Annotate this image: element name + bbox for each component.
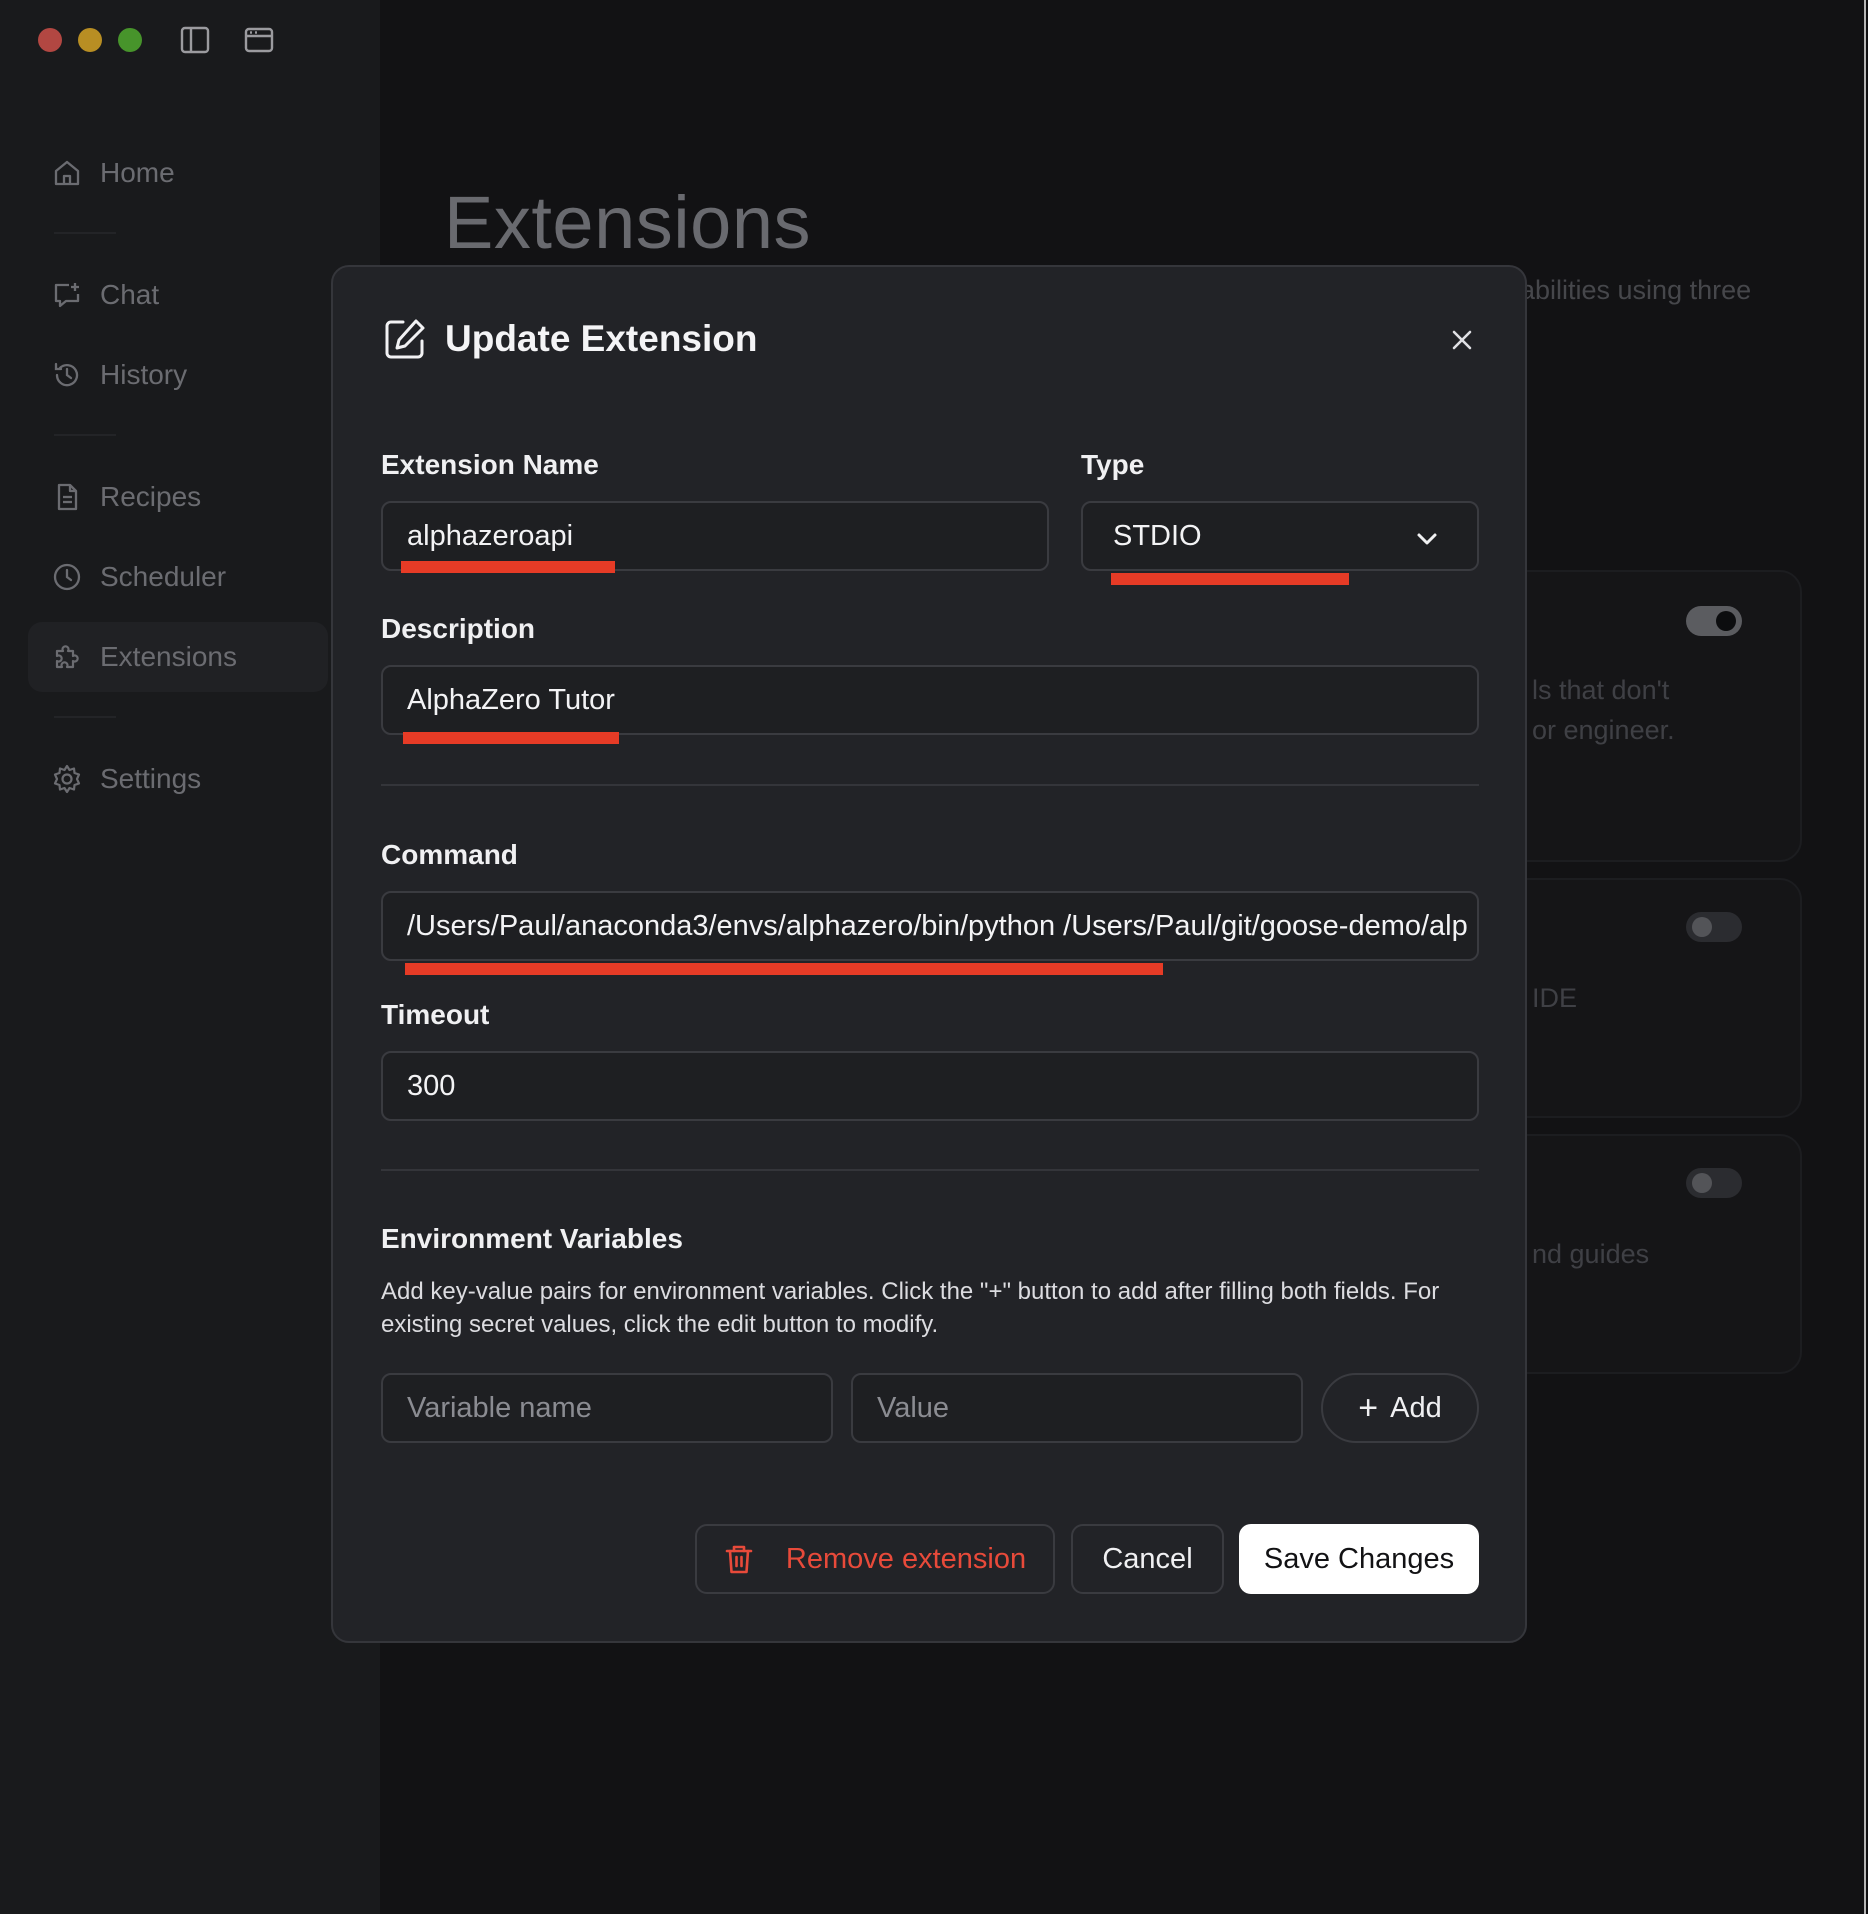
close-icon[interactable]: [1445, 323, 1479, 357]
add-env-var-button[interactable]: + Add: [1321, 1373, 1479, 1443]
command-input[interactable]: /Users/Paul/anaconda3/envs/alphazero/bin…: [381, 891, 1479, 961]
timeout-label: Timeout: [381, 999, 490, 1030]
app-window: Home Chat History Recipes Scheduler Exte…: [0, 0, 1866, 1914]
highlight-underline: [401, 561, 615, 573]
cancel-button[interactable]: Cancel: [1071, 1524, 1224, 1594]
type-select[interactable]: STDIO: [1081, 501, 1479, 571]
highlight-underline: [1111, 573, 1349, 585]
description-input[interactable]: AlphaZero Tutor: [381, 665, 1479, 735]
remove-extension-button[interactable]: Remove extension: [695, 1524, 1055, 1594]
section-divider: [381, 1169, 1479, 1171]
variable-name-input[interactable]: Variable name: [381, 1373, 833, 1443]
modal-header: Update Extension: [383, 317, 758, 361]
highlight-underline: [403, 732, 619, 744]
type-label: Type: [1081, 449, 1145, 480]
plus-icon: +: [1358, 1388, 1379, 1427]
env-vars-label: Environment Variables: [381, 1223, 683, 1254]
timeout-input[interactable]: 300: [381, 1051, 1479, 1121]
trash-icon: [725, 1545, 753, 1574]
add-button-label: Add: [1390, 1391, 1442, 1424]
variable-value-input[interactable]: Value: [851, 1373, 1303, 1443]
remove-button-label: Remove extension: [785, 1542, 1027, 1575]
edit-icon: [385, 319, 425, 359]
update-extension-modal: Update Extension Extension Name alphazer…: [331, 265, 1527, 1643]
chevron-down-icon: [1413, 525, 1441, 553]
modal-title: Update Extension: [445, 318, 758, 359]
section-divider: [381, 784, 1479, 786]
extension-name-label: Extension Name: [381, 449, 599, 480]
description-label: Description: [381, 613, 536, 644]
highlight-underline: [405, 963, 1163, 975]
save-changes-button[interactable]: Save Changes: [1239, 1524, 1479, 1594]
command-label: Command: [381, 839, 518, 870]
env-vars-help-text: Add key-value pairs for environment vari…: [381, 1278, 1440, 1338]
type-select-value: STDIO: [1113, 519, 1202, 552]
